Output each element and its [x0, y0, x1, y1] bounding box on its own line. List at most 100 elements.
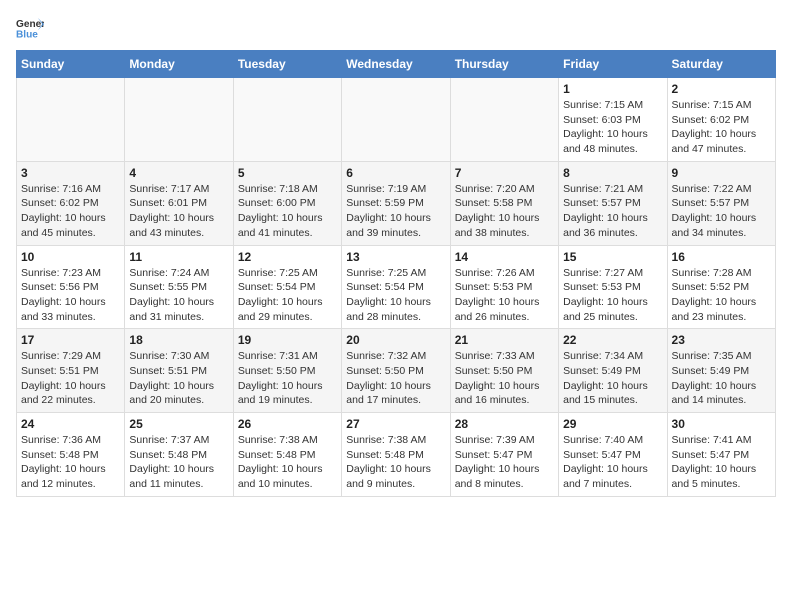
- calendar-row: 24 Sunrise: 7:36 AMSunset: 5:48 PMDayligh…: [17, 413, 776, 497]
- calendar-cell: [342, 78, 450, 162]
- calendar-cell: [17, 78, 125, 162]
- day-info: Sunrise: 7:15 AMSunset: 6:03 PMDaylight:…: [563, 98, 662, 157]
- day-info: Sunrise: 7:18 AMSunset: 6:00 PMDaylight:…: [238, 182, 337, 241]
- calendar-cell: 23 Sunrise: 7:35 AMSunset: 5:49 PMDayligh…: [667, 329, 775, 413]
- day-info: Sunrise: 7:28 AMSunset: 5:52 PMDaylight:…: [672, 266, 771, 325]
- calendar-row: 10 Sunrise: 7:23 AMSunset: 5:56 PMDayligh…: [17, 245, 776, 329]
- day-info: Sunrise: 7:15 AMSunset: 6:02 PMDaylight:…: [672, 98, 771, 157]
- weekday-header-thursday: Thursday: [450, 51, 558, 78]
- day-number: 30: [672, 417, 771, 431]
- calendar-cell: 12Sunrise: 7:25 AMSunset: 5:54 PMDayligh…: [233, 245, 341, 329]
- weekday-header-wednesday: Wednesday: [342, 51, 450, 78]
- day-info: Sunrise: 7:19 AMSunset: 5:59 PMDaylight:…: [346, 182, 445, 241]
- calendar-cell: 4 Sunrise: 7:17 AMSunset: 6:01 PMDaylight…: [125, 161, 233, 245]
- day-number: 19: [238, 333, 337, 347]
- day-number: 24: [21, 417, 120, 431]
- day-info: Sunrise: 7:40 AMSunset: 5:47 PMDaylight:…: [563, 433, 662, 492]
- calendar-row: 3 Sunrise: 7:16 AMSunset: 6:02 PMDaylight…: [17, 161, 776, 245]
- calendar-cell: [450, 78, 558, 162]
- calendar-cell: 22 Sunrise: 7:34 AMSunset: 5:49 PMDayligh…: [559, 329, 667, 413]
- calendar-cell: 15 Sunrise: 7:27 AMSunset: 5:53 PMDayligh…: [559, 245, 667, 329]
- day-info: Sunrise: 7:16 AMSunset: 6:02 PMDaylight:…: [21, 182, 120, 241]
- day-info: Sunrise: 7:36 AMSunset: 5:48 PMDaylight:…: [21, 433, 120, 492]
- day-info: Sunrise: 7:31 AMSunset: 5:50 PMDaylight:…: [238, 349, 337, 408]
- calendar-cell: 27Sunrise: 7:38 AMSunset: 5:48 PMDayligh…: [342, 413, 450, 497]
- calendar-row: 1Sunrise: 7:15 AMSunset: 6:03 PMDaylight…: [17, 78, 776, 162]
- calendar-cell: 25 Sunrise: 7:37 AMSunset: 5:48 PMDayligh…: [125, 413, 233, 497]
- calendar-cell: 1Sunrise: 7:15 AMSunset: 6:03 PMDaylight…: [559, 78, 667, 162]
- calendar-cell: 30 Sunrise: 7:41 AMSunset: 5:47 PMDayligh…: [667, 413, 775, 497]
- calendar-cell: [125, 78, 233, 162]
- day-info: Sunrise: 7:38 AMSunset: 5:48 PMDaylight:…: [346, 433, 445, 492]
- day-info: Sunrise: 7:23 AMSunset: 5:56 PMDaylight:…: [21, 266, 120, 325]
- day-info: Sunrise: 7:26 AMSunset: 5:53 PMDaylight:…: [455, 266, 554, 325]
- day-number: 4: [129, 166, 228, 180]
- day-number: 16: [672, 250, 771, 264]
- weekday-header-monday: Monday: [125, 51, 233, 78]
- day-info: Sunrise: 7:22 AMSunset: 5:57 PMDaylight:…: [672, 182, 771, 241]
- calendar-cell: 10 Sunrise: 7:23 AMSunset: 5:56 PMDayligh…: [17, 245, 125, 329]
- day-info: Sunrise: 7:25 AMSunset: 5:54 PMDaylight:…: [238, 266, 337, 325]
- calendar-cell: 6 Sunrise: 7:19 AMSunset: 5:59 PMDaylight…: [342, 161, 450, 245]
- day-info: Sunrise: 7:27 AMSunset: 5:53 PMDaylight:…: [563, 266, 662, 325]
- calendar-cell: 7 Sunrise: 7:20 AMSunset: 5:58 PMDaylight…: [450, 161, 558, 245]
- day-number: 21: [455, 333, 554, 347]
- day-number: 11: [129, 250, 228, 264]
- day-number: 28: [455, 417, 554, 431]
- day-number: 7: [455, 166, 554, 180]
- day-number: 13: [346, 250, 445, 264]
- weekday-header-friday: Friday: [559, 51, 667, 78]
- calendar-cell: 11 Sunrise: 7:24 AMSunset: 5:55 PMDayligh…: [125, 245, 233, 329]
- calendar-cell: 28 Sunrise: 7:39 AMSunset: 5:47 PMDayligh…: [450, 413, 558, 497]
- day-number: 9: [672, 166, 771, 180]
- calendar-cell: 24 Sunrise: 7:36 AMSunset: 5:48 PMDayligh…: [17, 413, 125, 497]
- day-info: Sunrise: 7:41 AMSunset: 5:47 PMDaylight:…: [672, 433, 771, 492]
- weekday-header-tuesday: Tuesday: [233, 51, 341, 78]
- day-number: 2: [672, 82, 771, 96]
- day-info: Sunrise: 7:30 AMSunset: 5:51 PMDaylight:…: [129, 349, 228, 408]
- day-number: 3: [21, 166, 120, 180]
- day-info: Sunrise: 7:17 AMSunset: 6:01 PMDaylight:…: [129, 182, 228, 241]
- calendar-cell: 18Sunrise: 7:30 AMSunset: 5:51 PMDayligh…: [125, 329, 233, 413]
- weekday-header-saturday: Saturday: [667, 51, 775, 78]
- day-number: 23: [672, 333, 771, 347]
- day-number: 20: [346, 333, 445, 347]
- calendar-cell: 14 Sunrise: 7:26 AMSunset: 5:53 PMDayligh…: [450, 245, 558, 329]
- day-number: 10: [21, 250, 120, 264]
- calendar-cell: 9 Sunrise: 7:22 AMSunset: 5:57 PMDaylight…: [667, 161, 775, 245]
- day-number: 8: [563, 166, 662, 180]
- day-number: 6: [346, 166, 445, 180]
- day-info: Sunrise: 7:25 AMSunset: 5:54 PMDaylight:…: [346, 266, 445, 325]
- calendar-cell: 13 Sunrise: 7:25 AMSunset: 5:54 PMDayligh…: [342, 245, 450, 329]
- day-info: Sunrise: 7:33 AMSunset: 5:50 PMDaylight:…: [455, 349, 554, 408]
- day-number: 15: [563, 250, 662, 264]
- calendar-cell: 21 Sunrise: 7:33 AMSunset: 5:50 PMDayligh…: [450, 329, 558, 413]
- day-number: 26: [238, 417, 337, 431]
- page-header: General Blue: [16, 16, 776, 40]
- day-number: 29: [563, 417, 662, 431]
- day-info: Sunrise: 7:24 AMSunset: 5:55 PMDaylight:…: [129, 266, 228, 325]
- day-number: 25: [129, 417, 228, 431]
- calendar-table: SundayMondayTuesdayWednesdayThursdayFrid…: [16, 50, 776, 497]
- day-number: 14: [455, 250, 554, 264]
- day-number: 22: [563, 333, 662, 347]
- day-info: Sunrise: 7:37 AMSunset: 5:48 PMDaylight:…: [129, 433, 228, 492]
- calendar-cell: 17 Sunrise: 7:29 AMSunset: 5:51 PMDayligh…: [17, 329, 125, 413]
- calendar-cell: 3 Sunrise: 7:16 AMSunset: 6:02 PMDaylight…: [17, 161, 125, 245]
- calendar-cell: 2 Sunrise: 7:15 AMSunset: 6:02 PMDaylight…: [667, 78, 775, 162]
- calendar-cell: 20Sunrise: 7:32 AMSunset: 5:50 PMDayligh…: [342, 329, 450, 413]
- day-info: Sunrise: 7:38 AMSunset: 5:48 PMDaylight:…: [238, 433, 337, 492]
- calendar-cell: 16 Sunrise: 7:28 AMSunset: 5:52 PMDayligh…: [667, 245, 775, 329]
- day-info: Sunrise: 7:35 AMSunset: 5:49 PMDaylight:…: [672, 349, 771, 408]
- day-info: Sunrise: 7:20 AMSunset: 5:58 PMDaylight:…: [455, 182, 554, 241]
- day-info: Sunrise: 7:29 AMSunset: 5:51 PMDaylight:…: [21, 349, 120, 408]
- day-info: Sunrise: 7:34 AMSunset: 5:49 PMDaylight:…: [563, 349, 662, 408]
- day-info: Sunrise: 7:39 AMSunset: 5:47 PMDaylight:…: [455, 433, 554, 492]
- calendar-cell: [233, 78, 341, 162]
- day-number: 5: [238, 166, 337, 180]
- day-number: 17: [21, 333, 120, 347]
- calendar-cell: 29 Sunrise: 7:40 AMSunset: 5:47 PMDayligh…: [559, 413, 667, 497]
- day-info: Sunrise: 7:21 AMSunset: 5:57 PMDaylight:…: [563, 182, 662, 241]
- logo-icon: General Blue: [16, 16, 44, 40]
- calendar-cell: 5 Sunrise: 7:18 AMSunset: 6:00 PMDaylight…: [233, 161, 341, 245]
